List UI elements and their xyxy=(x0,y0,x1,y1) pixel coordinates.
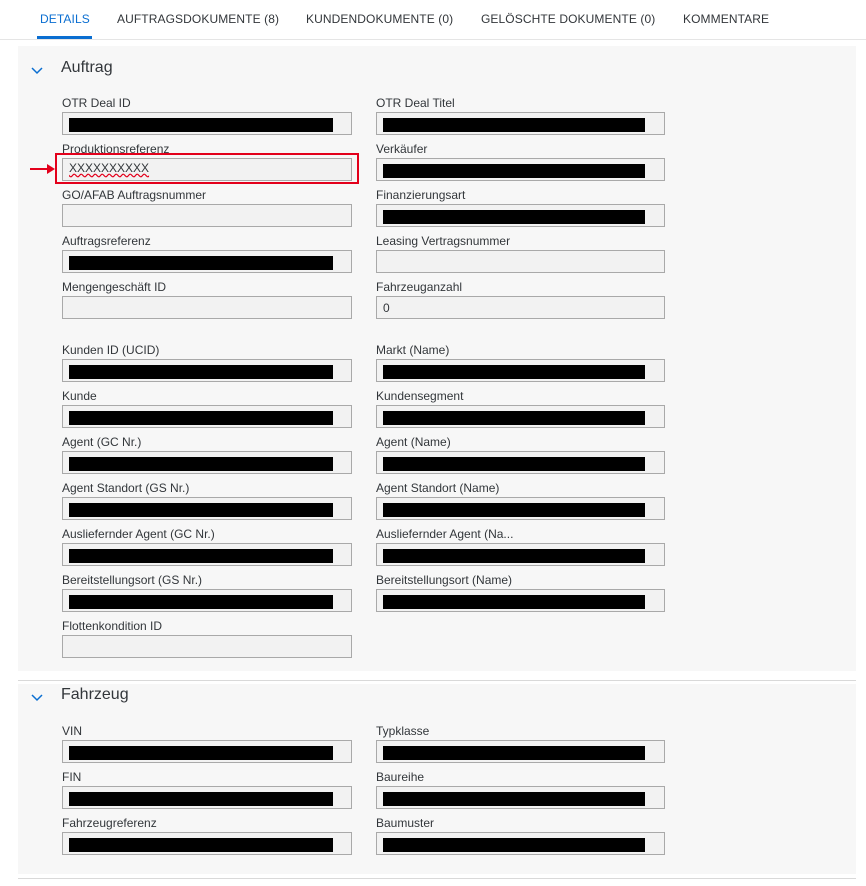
agent-gc-label: Agent (GC Nr.) xyxy=(62,435,142,449)
otr-deal-titel-field[interactable] xyxy=(376,112,665,135)
auftrag-section-title: Auftrag xyxy=(61,59,113,76)
redaction-bar xyxy=(383,792,645,806)
kunden-id-field[interactable] xyxy=(62,359,352,382)
vin-field[interactable] xyxy=(62,740,352,763)
redaction-bar xyxy=(383,365,645,379)
mengengeschaeft-id-field[interactable] xyxy=(62,296,352,319)
fahrzeugreferenz-field[interactable] xyxy=(62,832,352,855)
finanzierungsart-field[interactable] xyxy=(376,204,665,227)
leasing-vertragsnummer-label: Leasing Vertragsnummer xyxy=(376,234,511,248)
verkaeufer-label: Verkäufer xyxy=(376,142,428,156)
ausliefernder-agent-name-field[interactable] xyxy=(376,543,665,566)
redaction-bar xyxy=(383,503,645,517)
tab-auftragsdokumente[interactable]: AUFTRAGSDOKUMENTE (8) xyxy=(117,12,279,26)
tab-kundendokumente[interactable]: KUNDENDOKUMENTE (0) xyxy=(306,12,453,26)
redaction-bar xyxy=(383,746,645,760)
ausliefernder-agent-gc-label: Ausliefernder Agent (GC Nr.) xyxy=(62,527,215,541)
baumuster-field[interactable] xyxy=(376,832,665,855)
agent-standort-gs-label: Agent Standort (GS Nr.) xyxy=(62,481,190,495)
section-divider xyxy=(18,680,856,681)
red-arrow-icon xyxy=(30,164,55,174)
go-afab-field[interactable] xyxy=(62,204,352,227)
redaction-bar xyxy=(383,118,645,132)
redaction-bar xyxy=(69,365,333,379)
kunde-label: Kunde xyxy=(62,389,97,403)
redaction-bar xyxy=(383,549,645,563)
kundensegment-label: Kundensegment xyxy=(376,389,464,403)
redaction-bar xyxy=(69,411,333,425)
redaction-bar xyxy=(69,457,333,471)
verkaeufer-field[interactable] xyxy=(376,158,665,181)
redaction-bar xyxy=(383,210,645,224)
redaction-bar xyxy=(69,595,333,609)
finanzierungsart-label: Finanzierungsart xyxy=(376,188,466,202)
highlight-box xyxy=(55,153,359,184)
fin-label: FIN xyxy=(62,770,82,784)
agent-standort-gs-field[interactable] xyxy=(62,497,352,520)
agent-standort-name-label: Agent Standort (Name) xyxy=(376,481,500,495)
redaction-bar xyxy=(69,549,333,563)
chevron-down-icon xyxy=(31,67,43,75)
redaction-bar xyxy=(383,457,645,471)
tab-kommentare[interactable]: KOMMENTARE xyxy=(683,12,769,26)
baureihe-label: Baureihe xyxy=(376,770,425,784)
chevron-down-icon xyxy=(31,694,43,702)
auftragsreferenz-field[interactable] xyxy=(62,250,352,273)
fahrzeug-section-title: Fahrzeug xyxy=(61,686,129,703)
tab-geloeschte-dokumente[interactable]: GELÖSCHTE DOKUMENTE (0) xyxy=(481,12,655,26)
bereitstellungsort-name-label: Bereitstellungsort (Name) xyxy=(376,573,513,587)
flottenkondition-id-label: Flottenkondition ID xyxy=(62,619,163,633)
redaction-bar xyxy=(383,411,645,425)
markt-name-field[interactable] xyxy=(376,359,665,382)
bereitstellungsort-gs-label: Bereitstellungsort (GS Nr.) xyxy=(62,573,203,587)
redaction-bar xyxy=(69,118,333,132)
redaction-bar xyxy=(69,792,333,806)
ausliefernder-agent-name-label: Ausliefernder Agent (Na... xyxy=(376,527,514,541)
flottenkondition-id-field[interactable] xyxy=(62,635,352,658)
leasing-vertragsnummer-field[interactable] xyxy=(376,250,665,273)
fin-field[interactable] xyxy=(62,786,352,809)
tab-details[interactable]: DETAILS xyxy=(40,12,90,26)
active-tab-indicator xyxy=(37,36,92,39)
agent-name-label: Agent (Name) xyxy=(376,435,451,449)
bereitstellungsort-gs-field[interactable] xyxy=(62,589,352,612)
redaction-bar xyxy=(383,164,645,178)
fahrzeuganzahl-field[interactable]: 0 xyxy=(376,296,665,319)
kundensegment-field[interactable] xyxy=(376,405,665,428)
redaction-bar xyxy=(383,595,645,609)
ausliefernder-agent-gc-field[interactable] xyxy=(62,543,352,566)
baumuster-label: Baumuster xyxy=(376,816,435,830)
agent-gc-field[interactable] xyxy=(62,451,352,474)
markt-name-label: Markt (Name) xyxy=(376,343,450,357)
redaction-bar xyxy=(69,838,333,852)
go-afab-label: GO/AFAB Auftragsnummer xyxy=(62,188,207,202)
tab-bar: DETAILS AUFTRAGSDOKUMENTE (8) KUNDENDOKU… xyxy=(0,0,866,40)
redaction-bar xyxy=(383,838,645,852)
section-divider xyxy=(18,878,856,879)
fahrzeuganzahl-label: Fahrzeuganzahl xyxy=(376,280,463,294)
auftragsreferenz-label: Auftragsreferenz xyxy=(62,234,151,248)
otr-deal-id-label: OTR Deal ID xyxy=(62,96,131,110)
fahrzeugreferenz-label: Fahrzeugreferenz xyxy=(62,816,157,830)
typklasse-field[interactable] xyxy=(376,740,665,763)
mengengeschaeft-id-label: Mengengeschäft ID xyxy=(62,280,167,294)
agent-name-field[interactable] xyxy=(376,451,665,474)
redaction-bar xyxy=(69,503,333,517)
typklasse-label: Typklasse xyxy=(376,724,430,738)
agent-standort-name-field[interactable] xyxy=(376,497,665,520)
redaction-bar xyxy=(69,746,333,760)
vin-label: VIN xyxy=(62,724,83,738)
baureihe-field[interactable] xyxy=(376,786,665,809)
otr-deal-id-field[interactable] xyxy=(62,112,352,135)
bereitstellungsort-name-field[interactable] xyxy=(376,589,665,612)
auftrag-section-header[interactable]: Auftrag xyxy=(30,59,150,83)
kunden-id-label: Kunden ID (UCID) xyxy=(62,343,160,357)
fahrzeug-section-header[interactable]: Fahrzeug xyxy=(30,686,150,710)
otr-deal-titel-label: OTR Deal Titel xyxy=(376,96,455,110)
redaction-bar xyxy=(69,256,333,270)
kunde-field[interactable] xyxy=(62,405,352,428)
